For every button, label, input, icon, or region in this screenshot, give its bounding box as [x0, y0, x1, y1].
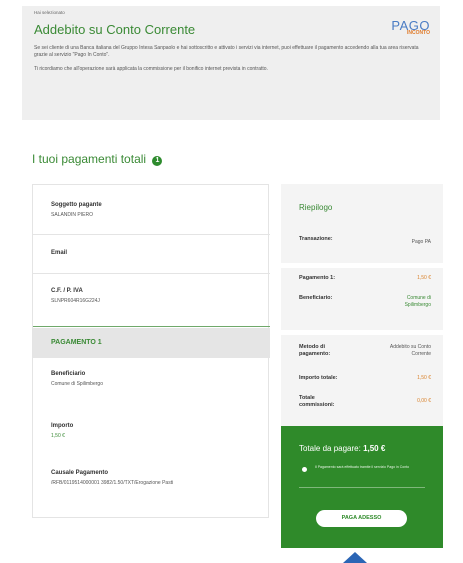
- reason-field: Causale Pagamento /RFB/0119514000001 398…: [51, 470, 173, 486]
- reason-value: /RFB/0119514000001 3982/1.50/TXT/Erogazi…: [51, 480, 174, 486]
- radio-option-label: Il Pagamento sarà effettuato tramite il …: [315, 465, 410, 469]
- divider: [33, 326, 270, 327]
- method-description: Se sei cliente di una Banca italiana del…: [34, 45, 419, 58]
- commission-note: Ti ricordiamo che all'operazione sarà ap…: [34, 66, 268, 72]
- amount-value: 1,50 €: [51, 433, 65, 439]
- total-to-pay-label: Totale da pagare:: [299, 444, 361, 453]
- method-label: Metodo di pagamento:: [299, 344, 331, 357]
- beneficiary-summary-value: Comune di Spilimbergo: [404, 295, 431, 308]
- divider: [33, 273, 270, 274]
- section-title: I tuoi pagamenti totali 1: [32, 152, 163, 166]
- payment-method-panel: Hai selezionato Addebito su Conto Corren…: [22, 6, 440, 120]
- divider: [33, 234, 270, 235]
- cf-value: SLNPR604R16G224J: [51, 298, 100, 304]
- transaction-label: Transazione:: [299, 236, 333, 242]
- reason-label: Causale Pagamento: [51, 470, 109, 476]
- total-amount-label: Importo totale:: [299, 375, 338, 381]
- summary-separator: [281, 263, 443, 268]
- section-title-text: I tuoi pagamenti totali: [32, 152, 147, 166]
- divider: [299, 487, 425, 488]
- summary-title: Riepilogo: [299, 203, 333, 212]
- payer-subject-field: Soggetto pagante SALANDIN PIERO: [51, 202, 102, 218]
- beneficiary-field: Beneficiario Comune di Spilimbergo: [51, 371, 103, 387]
- selected-label: Hai selezionato: [34, 10, 65, 15]
- pago-in-conto-logo: PAGO INCONTO: [391, 19, 430, 36]
- total-to-pay: Totale da pagare: 1,50 €: [299, 444, 385, 453]
- payment-details-panel: Soggetto pagante SALANDIN PIERO Email C.…: [32, 184, 270, 518]
- amount-field: Importo 1,50 €: [51, 423, 73, 439]
- amount-label: Importo: [51, 423, 74, 429]
- beneficiary-summary-label: Beneficiario:: [299, 295, 333, 301]
- total-to-pay-box: Totale da pagare: 1,50 € Il Pagamento sa…: [281, 426, 443, 548]
- method-value: Addebito su Conto Corrente: [389, 344, 431, 357]
- radio-dot-icon[interactable]: [302, 467, 307, 472]
- payment1-summary-label: Pagamento 1:: [299, 275, 336, 281]
- info-circle-icon[interactable]: 1: [152, 156, 163, 166]
- payer-subject-label: Soggetto pagante: [51, 202, 102, 208]
- email-field: Email: [51, 250, 67, 256]
- total-to-pay-value: 1,50 €: [363, 444, 386, 453]
- payer-subject-value: SALANDIN PIERO: [51, 212, 93, 218]
- total-fees-value: 0,00 €: [417, 398, 431, 404]
- summary-separator: [281, 330, 443, 335]
- payment1-header: PAGAMENTO 1: [33, 328, 270, 358]
- total-fees-label: Totale commissioni:: [299, 395, 335, 408]
- cf-field: C.F. / P. IVA SLNPR604R16G224J: [51, 288, 100, 304]
- pay-now-button[interactable]: PAGA ADESSO: [316, 510, 407, 527]
- transaction-value: Pago PA: [411, 239, 431, 245]
- arrow-up-icon[interactable]: [343, 552, 367, 563]
- page-title: Addebito su Conto Corrente: [34, 22, 196, 37]
- payment1-summary-value: 1,50 €: [417, 275, 431, 281]
- email-label: Email: [51, 250, 68, 256]
- beneficiary-value: Comune di Spilimbergo: [51, 381, 103, 387]
- beneficiary-label: Beneficiario: [51, 371, 86, 377]
- cf-label: C.F. / P. IVA: [51, 288, 83, 294]
- total-amount-value: 1,50 €: [417, 375, 431, 381]
- summary-panel: Riepilogo Transazione: Pago PA Pagamento…: [281, 184, 443, 426]
- payment1-header-label: PAGAMENTO 1: [51, 339, 102, 346]
